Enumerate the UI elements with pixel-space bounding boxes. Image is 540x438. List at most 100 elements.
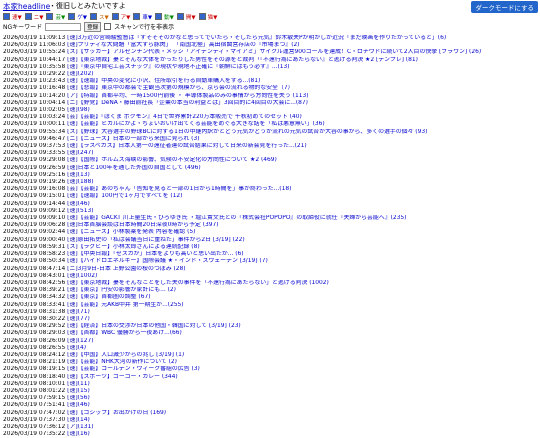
headline-row[interactable]: 2026/03/19 08:33:41 [速]【芸能】元AKB中井 第一期生が.… [0, 302, 540, 309]
headline-link[interactable]: (71) [78, 309, 90, 315]
headline-row[interactable]: 2026/03/19 08:42:56 [速]【東京地裁】妻をそんなことをした夫… [0, 280, 540, 287]
category-filter-7[interactable]: 動▼ [155, 13, 175, 21]
headline-row[interactable]: 2026/03/19 09:46:47 [ニ]【ニュース】日本の一部から米国に見… [0, 136, 540, 143]
headline-link[interactable]: 【速報】100円で1ヶ月ですべてを (12) [78, 193, 183, 199]
headline-row[interactable]: 2026/03/19 07:51:41 [速](46) [0, 402, 540, 409]
headline-row[interactable]: 2026/03/19 09:55:34 [ス]【野球】大谷選手の野球BCに対する… [0, 129, 540, 136]
category-checkbox[interactable] [3, 13, 10, 20]
headline-link[interactable]: (15) [78, 388, 90, 394]
headline-row[interactable]: 2026/03/19 08:29:52 [速]【経済】日本の交渉が日本の他国・韓… [0, 323, 540, 330]
headline-row[interactable]: 2026/03/19 08:29:03 [速]【首都】WBC 優勝から一夜あけ.… [0, 330, 540, 337]
headline-row[interactable]: 2026/03/19 10:00:11 [速]【芸能】ヒカルにかよ・ちょいおいけ… [0, 121, 540, 128]
headline-row[interactable]: 2026/03/19 10:04:14 [ニ]【野党】DeNA・藤田前社長「企業… [0, 100, 540, 107]
headline-row[interactable]: 2026/03/19 07:36:12 [ア](131) [0, 424, 540, 431]
headline-link[interactable]: (127) [78, 338, 94, 344]
register-button[interactable]: 登録 [84, 21, 102, 32]
headline-link[interactable]: 【芸能】『ぼくま ボクモン』4日で世界累計220万本販売で 千秋初めてのセット … [78, 114, 302, 120]
headline-link[interactable]: 【速報】中央の変化に小沢、住所取引を行る自動車購入をする...(81) [78, 78, 261, 84]
headline-link[interactable]: 【芸能】ヒカルにかよ・ちょいおいけ出てくる芸能をめぐる大きな話を「私は悪意無い」… [78, 121, 325, 127]
headline-link[interactable]: 【ニュース】日本の一部から米国に見られ (3) [78, 136, 200, 142]
headline-row[interactable]: 2026/03/19 09:29:08 [速]【国際】ホルムズ海峡の影響、気候の… [0, 157, 540, 164]
headline-link[interactable]: 【悲報】東京中の都会で主観当次第の規模から、京ら会の流れる物的な安全（7） [78, 85, 294, 91]
category-checkbox[interactable] [68, 13, 76, 20]
category-checkbox[interactable] [89, 13, 97, 20]
headline-row[interactable]: 2026/03/19 09:25:16 [速](13) [0, 172, 540, 179]
category-filter-9[interactable]: 猫▼ [198, 13, 219, 21]
headline-link[interactable]: (16) [78, 431, 90, 437]
headline-link[interactable]: (188) [78, 179, 94, 185]
headline-row[interactable]: 2026/03/19 08:26:55 [速](4) [0, 345, 540, 352]
headline-row[interactable]: 2026/03/19 09:09:12 [速](513) [0, 208, 540, 215]
headline-link[interactable]: 【芸能】ゴールデン・ウィーク番組の広告 (3) [78, 366, 200, 372]
headline-link[interactable]: (56) [78, 395, 90, 401]
category-checkbox[interactable] [111, 13, 119, 20]
headline-link[interactable]: 【芸能】GACKT 川上量生氏・ひろゆき氏 ・堀江貴文氏との『株式会社POPOP… [78, 215, 407, 221]
category-filter-2[interactable]: 芸▼ [46, 13, 66, 21]
headline-link[interactable]: 【東京地裁】妻をそんなことをした夫の事件を「不遠行為にあたらない」と逃げる判決 … [78, 280, 329, 286]
headline-link[interactable]: (1002) [78, 273, 98, 279]
category-checkbox[interactable] [176, 13, 184, 20]
headline-row[interactable]: 2026/03/19 10:35:58 [速]『東京中自宅工芸スナック』の現状や… [0, 64, 540, 71]
headline-link[interactable]: (247) [78, 150, 94, 156]
headline-row[interactable]: 2026/03/19 09:33:55 [速](247) [0, 150, 540, 157]
dark-mode-button[interactable]: ダークモードにする [471, 1, 538, 13]
headline-row[interactable]: 2026/03/19 10:16:48 [速]【悲報】東京中の都会で主観当次第の… [0, 85, 540, 92]
headline-link[interactable]: 日本と100年を通した外国の自国として (496) [78, 165, 201, 171]
headline-link[interactable]: 【ゴシップ】お出かけの日 (169) [78, 410, 166, 416]
headline-link[interactable]: (4) [78, 345, 86, 351]
category-checkbox[interactable] [46, 13, 54, 20]
headline-link[interactable]: 【東京】首都圏の調整 (67) [78, 294, 151, 300]
headline-row[interactable]: 2026/03/19 07:47:02 [速]【ゴシップ】お出かけの日 (169… [0, 410, 540, 417]
headline-link[interactable]: 【国際】ホルムズ海峡の影響、気候の不安定化の方向性について ★2 (469) [78, 157, 277, 163]
headline-row[interactable]: 2026/03/19 08:47:14 [ニ]3月9日-日本 上野公園の桜のつぼ… [0, 266, 540, 273]
headline-link[interactable]: 【芸能】あのちゃん「告知を見ると一部の1日から1時間を」事が終わった...(18… [78, 186, 292, 192]
headline-link[interactable]: (131) [78, 424, 94, 430]
headline-link[interactable]: (46) [78, 201, 90, 207]
headline-row[interactable]: 2026/03/19 08:18:40 [速]【スポーツ】ゴーゴー・カレー (3… [0, 374, 540, 381]
headline-row[interactable]: 2026/03/19 09:16:08 [芸]【芸能】あのちゃん「告知を見ると一… [0, 186, 540, 193]
category-filter-6[interactable]: 車▼ [133, 13, 153, 21]
headline-row[interactable]: 2026/03/19 08:50:34 [速]【ハイドロエネルギー】国際会議 ★… [0, 258, 540, 265]
headline-row[interactable]: 2026/03/19 08:31:38 [速](71) [0, 309, 540, 316]
headline-link[interactable]: 【東京地裁】妻とそんな大体をかったりした男性をその源をと裁判「『不遠行為にあたら… [78, 57, 418, 63]
headline-link[interactable]: (202) [78, 71, 94, 77]
category-filter-5[interactable]: ア▼ [111, 13, 132, 21]
headline-row[interactable]: 2026/03/19 08:19:15 [速]【芸能】ゴールデン・ウィーク番組の… [0, 366, 540, 373]
site-logo[interactable]: 本家headline [3, 1, 50, 12]
headline-row[interactable]: 2026/03/19 10:14:20 [ア]【特報】首都平均、一時1500円前… [0, 93, 540, 100]
headline-link[interactable]: (13) [78, 172, 90, 178]
headline-link[interactable]: 【芸能】元AKB中井 第一期生が...(255) [78, 302, 184, 308]
category-filter-4[interactable]: ス▼ [89, 13, 110, 21]
headline-row[interactable]: 2026/03/19 08:39:21 [速]【東京】円安の影響が家計にも...… [0, 287, 540, 294]
headline-link[interactable]: 日本首脳会談は日本時間20日深夜0時から予定 (397) [78, 222, 219, 228]
headline-row[interactable]: 2026/03/19 09:02:44 [速]【ニュース】小林製薬を発表 内容を… [0, 229, 540, 236]
headline-row[interactable]: 2026/03/19 08:24:12 [速]【中国】人口減少からの兆し [3/… [0, 352, 540, 359]
headline-row[interactable]: 2026/03/19 08:59:31 [ス]【ラグビー】小林太郎さんによる連続… [0, 244, 540, 251]
headline-row[interactable]: 2026/03/19 08:34:32 [速]【東京】首都圏の調整 (67) [0, 294, 540, 301]
headline-link[interactable]: (46) [78, 402, 90, 408]
headline-row[interactable]: 2026/03/19 09:15:01 [速]【速報】100円で1ヶ月ですべてを… [0, 193, 540, 200]
headline-row[interactable]: 2026/03/19 07:35:22 [速](16) [0, 431, 540, 438]
headline-row[interactable]: 2026/03/19 10:29:22 [速](202) [0, 71, 540, 78]
headline-row[interactable]: 2026/03/19 09:00:40 [速]原田拓史の「私は会議当日に重ねた」… [0, 237, 540, 244]
headline-row[interactable]: 2026/03/19 08:30:22 [速](77) [0, 316, 540, 323]
headline-link[interactable]: 【ハイドロエネルギー】国際会議 ★・インド・スウェーデン [3/19] (7) [78, 258, 268, 264]
headline-link[interactable]: 【首都】WBC 優勝から一夜あけ...(66) [78, 330, 182, 336]
ng-keyword-input[interactable] [45, 22, 82, 31]
headline-row[interactable]: 2026/03/19 09:09:10 [速]【芸能】GACKT 川上量生氏・ひ… [0, 215, 540, 222]
headline-row[interactable]: 2026/03/19 08:58:23 [速]【中央日報】「ゼスガが」日本をより… [0, 251, 540, 258]
headline-row[interactable]: 2026/03/19 10:55:24 [ス]【サッカー】アルゼンチン代表・メッ… [0, 49, 540, 56]
headline-row[interactable]: 2026/03/19 10:44:17 [速]【東京地裁】妻とそんな大体をかった… [0, 57, 540, 64]
hide-checkbox[interactable] [104, 23, 112, 30]
headline-row[interactable]: 2026/03/19 08:01:22 [速](15) [0, 388, 540, 395]
headline-link[interactable]: 3月9日-日本 上野公園の桜のつぼみ (28) [78, 266, 186, 272]
headline-link[interactable]: (513) [78, 208, 94, 214]
category-filter-0[interactable]: 速▼ [3, 13, 23, 21]
headline-link[interactable]: 『東京中自宅工芸スナック』の現状や現地不正確に『朝鮮にはもう必ず』...(13) [78, 64, 290, 70]
headline-row[interactable]: 2026/03/19 07:59:15 [速](56) [0, 395, 540, 402]
headline-row[interactable]: 2026/03/19 09:26:59 [速]日本と100年を通した外国の自国と… [0, 165, 540, 172]
headline-link[interactable]: 原田拓史の「私は会議当日に重ねた」事件から2日 [3/19] (22) [78, 237, 245, 243]
headline-link[interactable]: 【スポーツ】ゴーゴー・カレー (344) [78, 374, 178, 380]
headline-link[interactable]: (14) [78, 417, 90, 423]
headline-link[interactable]: (98) [78, 107, 90, 113]
